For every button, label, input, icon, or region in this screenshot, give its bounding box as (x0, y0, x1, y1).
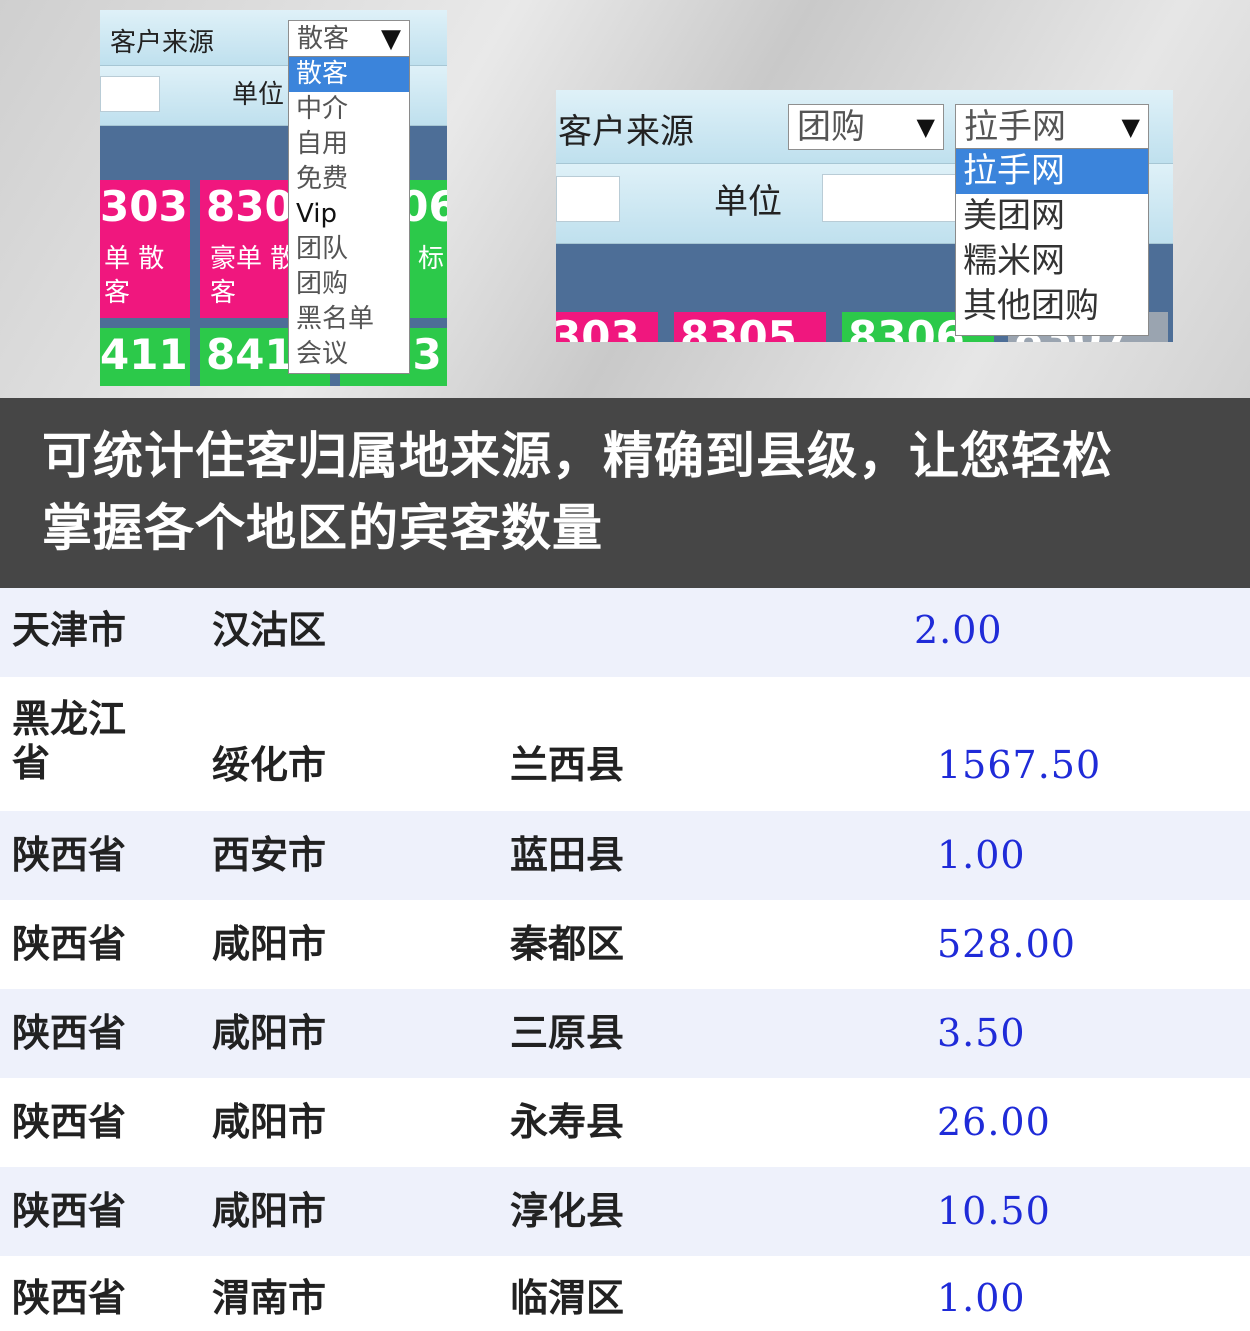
province-cell: 陕西省 (12, 832, 127, 877)
caption-line-2: 掌握各个地区的宾客数量 (42, 499, 603, 557)
dropdown-option[interactable]: 自用 (289, 127, 409, 162)
dropdown-arrow-icon: ▼ (916, 113, 935, 141)
guest-count-cell: 2.00 (914, 608, 1003, 652)
city-cell: 咸阳市 (212, 1010, 327, 1055)
customer-source-label: 客户来源 (558, 112, 694, 152)
room-status: 豪单 散 客 (210, 244, 297, 308)
table-row: 陕西省 咸阳市 永寿县 26.00 (0, 1078, 1250, 1167)
dropdown-option[interactable]: 团购 (289, 267, 409, 302)
table-row: 黑龙江省 绥化市 兰西县 1567.50 (0, 677, 1250, 811)
dropdown-option[interactable]: 会议 (289, 337, 409, 372)
guest-count-cell: 1567.50 (937, 743, 1102, 787)
city-cell: 西安市 (212, 832, 327, 877)
guest-count-cell: 10.50 (937, 1189, 1051, 1233)
unit-label: 单位 (714, 182, 782, 222)
dropdown-option[interactable]: 中介 (289, 92, 409, 127)
room-status: 单 散客 (104, 244, 165, 308)
room-number: 303 (100, 182, 188, 231)
county-cell: 三原县 (510, 1010, 625, 1055)
customer-source-select[interactable]: 团购 ▼ (788, 104, 944, 150)
city-cell: 渭南市 (212, 1275, 327, 1320)
guest-count-cell: 1.00 (937, 1276, 1026, 1320)
dropdown-option[interactable]: 黑名单 (289, 302, 409, 337)
dropdown-option[interactable]: 糯米网 (956, 239, 1148, 284)
county-cell: 淳化县 (510, 1188, 625, 1233)
customer-source-select[interactable]: 散客 ▼ (288, 20, 410, 58)
guest-count-cell: 1.00 (937, 833, 1026, 877)
room-number: 411 (100, 330, 188, 379)
unit-input[interactable] (822, 174, 962, 222)
caption-line-1: 可统计住客归属地来源，精确到县级，让您轻松 (42, 427, 1113, 485)
dropdown-arrow-icon: ▼ (381, 24, 401, 54)
province-cell: 陕西省 (12, 1010, 127, 1055)
room-tile[interactable]: 411 (100, 328, 190, 386)
dropdown-option[interactable]: Vip (289, 197, 409, 232)
county-cell: 临渭区 (510, 1275, 625, 1320)
city-cell: 绥化市 (212, 742, 327, 787)
table-row: 天津市 汉沽区 2.00 (0, 588, 1250, 677)
room-tile[interactable]: 303 单 散客 (100, 180, 190, 318)
room-number: 830 (206, 182, 294, 231)
room-number: 303 (556, 312, 640, 342)
table-row: 陕西省 咸阳市 秦都区 528.00 (0, 900, 1250, 989)
group-buy-site-select[interactable]: 拉手网 ▼ (955, 104, 1149, 150)
province-cell: 陕西省 (12, 1188, 127, 1233)
county-cell: 兰西县 (510, 742, 625, 787)
customer-source-screenshot-2: 客户来源 团购 ▼ 拉手网 ▼ 单位 303 8305 8306 8307 拉手… (556, 90, 1173, 342)
province-cell: 陕西省 (12, 1275, 127, 1320)
city-cell: 咸阳市 (212, 1099, 327, 1144)
customer-source-screenshot-1: 客户来源 散客 ▼ 单位 303 单 散客 830 豪单 散 客 306 标 4… (100, 10, 447, 386)
county-cell: 蓝田县 (510, 832, 625, 877)
table-row: 陕西省 渭南市 临渭区 1.00 (0, 1256, 1250, 1331)
dropdown-option[interactable]: 免费 (289, 162, 409, 197)
guest-count-cell: 3.50 (937, 1011, 1026, 1055)
select-value: 拉手网 (964, 107, 1066, 147)
room-number: 8305 (680, 312, 797, 342)
city-cell: 汉沽区 (212, 607, 327, 652)
unit-left-box (100, 76, 160, 112)
province-cell: 黑龙江省 (12, 696, 127, 785)
customer-source-dropdown[interactable]: 散客 中介 自用 免费 Vip 团队 团购 黑名单 会议 (288, 56, 410, 374)
dropdown-option[interactable]: 散客 (289, 57, 409, 92)
promo-screenshots: 客户来源 散客 ▼ 单位 303 单 散客 830 豪单 散 客 306 标 4… (0, 0, 1250, 398)
dropdown-option[interactable]: 其他团购 (956, 284, 1148, 329)
dropdown-option[interactable]: 美团网 (956, 194, 1148, 239)
table-row: 陕西省 西安市 蓝田县 1.00 (0, 811, 1250, 900)
guest-count-cell: 26.00 (937, 1100, 1051, 1144)
customer-source-label: 客户来源 (110, 28, 215, 58)
dropdown-arrow-icon: ▼ (1121, 113, 1140, 141)
group-buy-site-dropdown[interactable]: 拉手网 美团网 糯米网 其他团购 (955, 148, 1149, 336)
county-cell: 永寿县 (510, 1099, 625, 1144)
room-tile[interactable]: 8305 (674, 312, 826, 342)
table-row: 陕西省 咸阳市 三原县 3.50 (0, 989, 1250, 1078)
dropdown-option[interactable]: 团队 (289, 232, 409, 267)
room-number: 841 (206, 330, 294, 379)
province-cell: 陕西省 (12, 1099, 127, 1144)
select-value: 团购 (797, 107, 865, 147)
unit-label: 单位 (232, 80, 285, 110)
city-cell: 咸阳市 (212, 921, 327, 966)
province-cell: 陕西省 (12, 921, 127, 966)
guest-origin-table: 天津市 汉沽区 2.00 黑龙江省 绥化市 兰西县 1567.50 陕西省 西安… (0, 588, 1250, 1331)
room-tile[interactable]: 303 (556, 312, 658, 342)
room-number: 8306 (848, 312, 965, 342)
unit-left-box (556, 176, 620, 222)
province-cell: 天津市 (12, 607, 127, 652)
select-value: 散客 (297, 24, 350, 54)
caption-banner: 可统计住客归属地来源，精确到县级，让您轻松 掌握各个地区的宾客数量 (0, 398, 1250, 588)
county-cell: 秦都区 (510, 921, 625, 966)
guest-count-cell: 528.00 (937, 922, 1076, 966)
dropdown-option[interactable]: 拉手网 (956, 149, 1148, 194)
room-status: 标 (418, 244, 445, 274)
table-row: 陕西省 咸阳市 淳化县 10.50 (0, 1167, 1250, 1256)
city-cell: 咸阳市 (212, 1188, 327, 1233)
